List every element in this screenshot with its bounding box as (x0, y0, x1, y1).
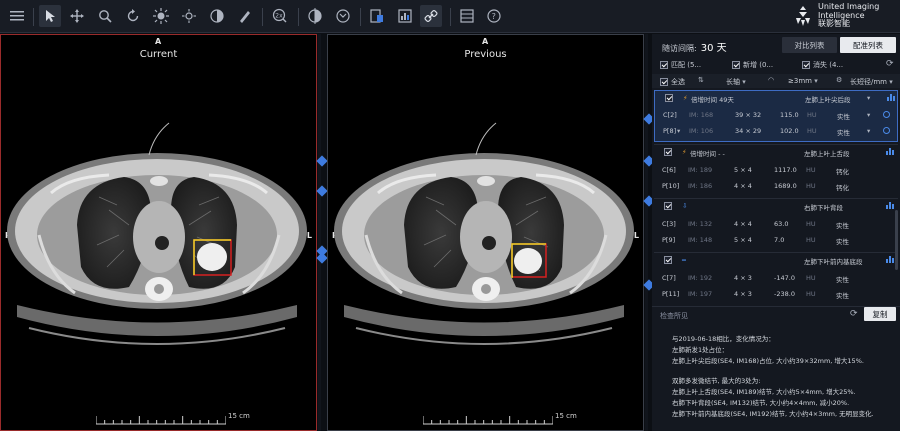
layout-icon[interactable] (456, 5, 478, 27)
scale-ruler (95, 410, 227, 425)
reset-icon[interactable] (332, 5, 354, 27)
settings-icon[interactable]: ⚙ (836, 76, 842, 84)
group-header: ⚡ 倍增时间 - - 左肺上叶上舌段 (654, 145, 898, 159)
viewport-current[interactable]: A Current R L 15 cm (0, 34, 317, 431)
measure-icon[interactable] (234, 5, 256, 27)
nodule-row[interactable]: P[9] IM: 148 5 × 4 7.0 HU 实性 (654, 233, 898, 247)
viewport-splitter[interactable] (318, 34, 321, 431)
followup-interval: 随访间隔: 30 天 (662, 43, 727, 54)
refresh-icon[interactable]: ⟳ (886, 59, 894, 69)
svg-text:?: ? (492, 12, 496, 21)
report-line: 与2019-06-18相比，变化情况为： (672, 335, 775, 343)
sort-icon[interactable]: ⇅ (698, 76, 704, 84)
refresh-report-icon[interactable]: ⟳ (850, 309, 858, 319)
filter-lost-checkbox[interactable]: 消失 (4... (802, 60, 843, 70)
brightness-icon[interactable] (178, 5, 200, 27)
window-level-icon[interactable] (150, 5, 172, 27)
nodule-row[interactable]: P[10] IM: 186 4 × 4 1689.0 HU 钙化 (654, 179, 898, 193)
group-header: ⇩ 右肺下叶背段 (654, 199, 898, 213)
filter-match-checkbox[interactable]: 匹配 (5... (660, 60, 701, 70)
scale-ruler (422, 410, 554, 425)
filter-new-checkbox[interactable]: 新增 (0... (732, 60, 773, 70)
nodule-group-2[interactable]: ⚡ 倍增时间 - - 左肺上叶上舌段 C[6] IM: 189 5 × 4 11… (654, 144, 898, 196)
chart-icon (886, 148, 894, 155)
scale-label: 15 cm (555, 412, 577, 420)
copy-button[interactable]: 复制 (864, 307, 896, 321)
gauge-icon: ◠ (768, 76, 775, 84)
report-line: 左肺新发1处占位： (672, 346, 729, 354)
panel-scrollbar[interactable] (895, 210, 898, 270)
diameter-dropdown[interactable]: 长短径/mm ▾ (850, 77, 893, 87)
invert-icon[interactable] (206, 5, 228, 27)
sort-dropdown[interactable]: 长轴 ▾ (726, 77, 746, 87)
nodule-row[interactable]: P[8] ▾ IM: 106 34 × 29 102.0 HU 实性 ▾ (655, 124, 899, 138)
nodule-group-4[interactable]: ═ 左肺下叶前内基底段 C[7] IM: 192 4 × 3 -147.0 HU… (654, 252, 898, 304)
nodule-row[interactable]: C[6] IM: 189 5 × 4 1117.0 HU 钙化 (654, 163, 898, 177)
chart-icon (886, 256, 894, 263)
zoom-icon[interactable] (94, 5, 116, 27)
group-header: ⚡ 倍增时间 49天 左肺上叶尖后段 ▾ (655, 91, 899, 105)
report-line: 左肺上叶尖后段(SE4, IM168)占位, 大小约39×32mm, 增大15%… (672, 357, 864, 365)
export-icon[interactable] (366, 5, 388, 27)
svg-text:2x: 2x (275, 13, 283, 20)
viewport-previous[interactable]: A Previous R L 15 cm (327, 34, 644, 431)
logo-line-3: 联影智能 (818, 19, 850, 28)
size-filter-dropdown[interactable]: ≥3mm ▾ (788, 77, 818, 85)
compare-icon[interactable] (304, 5, 326, 27)
report-line: 左肺上叶上舌段(SE4, IM189)结节, 大小约5×4mm, 增大25%. (672, 388, 856, 396)
report-line: 右肺下叶背段(SE4, IM132)结节, 大小约4×4mm, 减小20%. (672, 399, 850, 407)
report-text: 与2019-06-18相比，变化情况为： 左肺新发1处占位： 左肺上叶尖后段(S… (652, 331, 900, 431)
select-all-checkbox[interactable]: 全选 (660, 77, 685, 87)
nodule-group-3[interactable]: ⇩ 右肺下叶背段 C[3] IM: 132 4 × 4 63.0 HU 实性 P… (654, 198, 898, 250)
nodule-row[interactable]: C[2] IM: 168 39 × 32 115.0 HU 实性 ▾ (655, 108, 899, 122)
scale-label: 15 cm (228, 412, 250, 420)
nodule-row[interactable]: C[3] IM: 132 4 × 4 63.0 HU 实性 (654, 217, 898, 231)
panel-splitter[interactable] (645, 34, 648, 431)
nodule-row[interactable]: P[11] IM: 197 4 × 3 -238.0 HU 实性 (654, 287, 898, 301)
locate-icon (883, 127, 890, 134)
brand-logo: United Imaging Intelligence 联影智能 (792, 2, 898, 31)
interval-value: 30 天 (700, 43, 727, 54)
nodule-row[interactable]: C[7] IM: 192 4 × 3 -147.0 HU 实性 (654, 271, 898, 285)
pointer-icon[interactable] (39, 5, 61, 27)
report-line: 双肺多发微结节, 最大的3处为: (672, 377, 761, 385)
group-header: ═ 左肺下叶前内基底段 (654, 253, 898, 267)
tab-match-list[interactable]: 配准列表 (840, 37, 896, 53)
chart-icon (886, 202, 894, 209)
menu-icon[interactable] (6, 5, 28, 27)
ct-image (332, 121, 636, 346)
findings-label: 检查所见 (660, 312, 688, 320)
ct-image (5, 121, 309, 346)
help-icon[interactable]: ? (483, 5, 505, 27)
magnify-2x-icon[interactable]: 2x (270, 5, 292, 27)
link-icon[interactable] (420, 5, 442, 27)
logo-mark-icon (796, 6, 810, 26)
nodule-panel: 随访间隔: 30 天 对比列表 配准列表 匹配 (5... 新增 (0... 消失… (652, 34, 900, 431)
chart-icon (887, 94, 895, 101)
toolbar: 2x ? United Imaging Intelligence 联影智能 (0, 0, 900, 33)
tab-compare-list[interactable]: 对比列表 (782, 37, 837, 53)
report-icon[interactable] (394, 5, 416, 27)
pan-icon[interactable] (66, 5, 88, 27)
locate-icon (883, 111, 890, 118)
nodule-group-1[interactable]: ⚡ 倍增时间 49天 左肺上叶尖后段 ▾ C[2] IM: 168 39 × 3… (654, 90, 898, 142)
report-line: 左肺下叶前内基底段(SE4, IM192)结节, 大小约4×3mm, 无明显变化… (672, 410, 874, 418)
rotate-icon[interactable] (122, 5, 144, 27)
